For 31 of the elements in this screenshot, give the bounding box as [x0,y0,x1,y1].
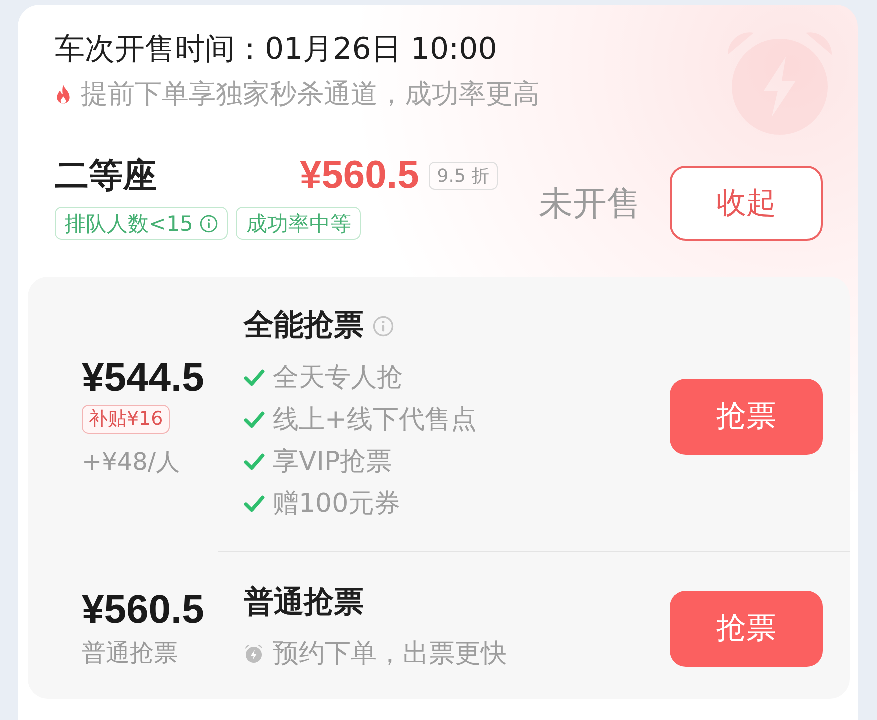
sale-status: 未开售 [539,182,641,226]
subsidy-tag: 补贴¥16 [82,404,170,434]
option-price: ¥560.5 [82,587,204,633]
collapse-button[interactable]: 收起 [670,166,823,241]
info-icon[interactable] [200,214,218,232]
check-icon [244,411,265,429]
option-title: 普通抢票 [244,585,364,621]
seat-price: ¥560.5 [300,154,420,198]
tag-label: 排队人数<15 [65,210,194,238]
alarm-clock-icon [244,644,264,664]
promo-note: 提前下单享独家秒杀通道，成功率更高 [81,78,540,112]
sale-time-title: 车次开售时间：01月26日 10:00 [55,31,498,69]
feature-text: 全天专人抢 [273,362,403,395]
grab-ticket-button[interactable]: 抢票 [670,590,823,666]
check-icon [244,495,265,513]
tag-label: 成功率中等 [246,210,352,238]
option-title: 全能抢票 [244,308,364,344]
feature-text: 享VIP抢票 [273,446,392,479]
check-icon [244,369,265,387]
surcharge-text: +¥48/人 [82,446,180,478]
grab-ticket-button[interactable]: 抢票 [670,378,823,454]
option-price: ¥544.5 [82,354,204,400]
option-subtitle: 普通抢票 [82,638,178,669]
check-icon [244,453,265,471]
flame-icon [55,84,72,106]
feature-text: 线上+线下代售点 [273,404,477,437]
info-icon[interactable] [373,316,394,336]
seat-class: 二等座 [55,155,158,198]
option-note: 预约下单，出票更快 [273,638,507,671]
discount-tag: 9.5 折 [429,162,498,190]
feature-text: 赠100元券 [273,488,401,521]
